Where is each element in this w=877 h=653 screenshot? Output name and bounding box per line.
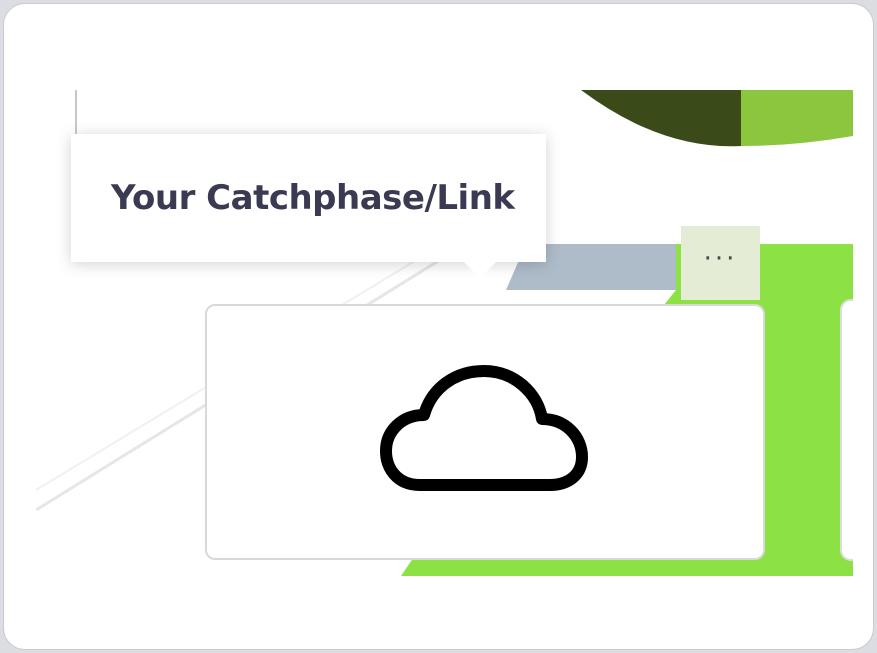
tooltip-arrow: [462, 260, 498, 278]
cloud-icon: [380, 365, 588, 491]
window-frame: Your Catchphase/Link ···: [3, 3, 874, 650]
partial-card: [840, 299, 853, 561]
more-options-button[interactable]: ···: [681, 226, 760, 300]
more-horizontal-icon: ···: [703, 244, 738, 274]
tooltip-text: Your Catchphase/Link: [111, 178, 515, 218]
dark-green-shape: [581, 90, 741, 147]
mid-green-shape: [741, 90, 853, 146]
catchphrase-tooltip: Your Catchphase/Link: [71, 134, 546, 262]
cloud-card[interactable]: [205, 304, 765, 560]
